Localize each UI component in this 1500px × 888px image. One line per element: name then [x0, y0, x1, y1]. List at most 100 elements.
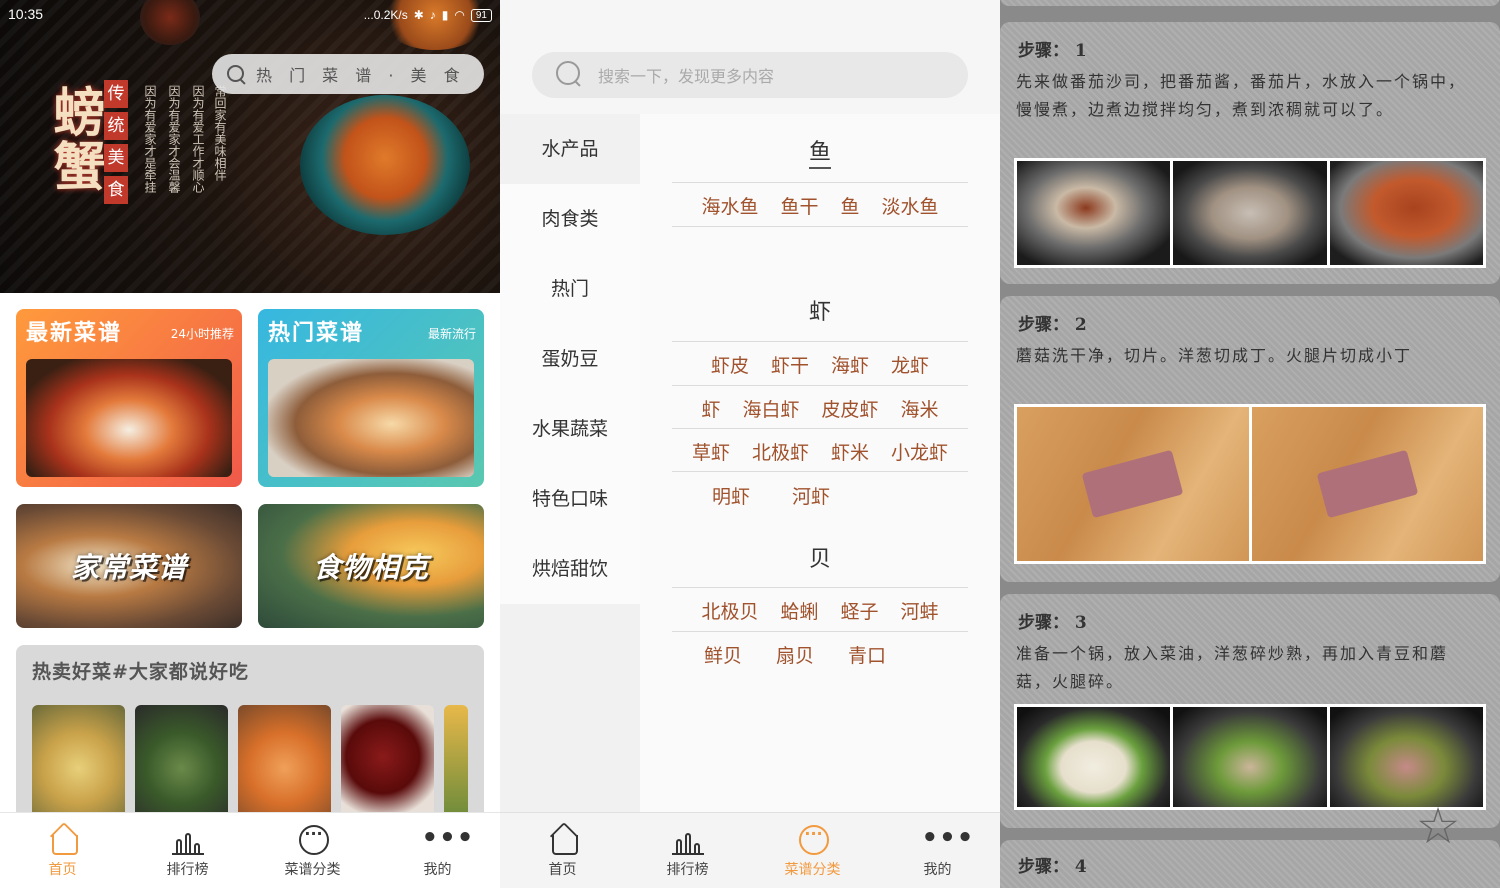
- tag-item[interactable]: 蛤蜊: [780, 597, 818, 624]
- home-recipes-card[interactable]: 家常菜谱: [16, 504, 242, 628]
- bluetooth-icon: ✱: [413, 8, 424, 22]
- tag-item[interactable]: 小龙虾: [891, 438, 948, 465]
- tag-item[interactable]: 龙虾: [891, 351, 929, 378]
- divider: [672, 631, 968, 632]
- tag-item[interactable]: 鱼: [841, 192, 860, 219]
- step-photos: [1014, 404, 1486, 564]
- hot-recipes-card[interactable]: 热门菜谱 最新流行: [258, 309, 484, 487]
- recipe-steps-screen: 步骤： 1 先来做番茄沙司，把番茄酱，番茄片，水放入一个锅中，慢慢煮，边煮边搅拌…: [1000, 0, 1500, 888]
- banner-title: 螃蟹: [44, 85, 105, 193]
- sidebar-item-fruit-veg[interactable]: 水果蔬菜: [500, 394, 640, 464]
- step-description: 准备一个锅，放入菜油，洋葱碎炒熟，再加入青豆和蘑菇，火腿碎。: [1016, 644, 1449, 691]
- poem-line: 因为有爱家才会温馨: [167, 85, 181, 193]
- card-subtitle: 24小时推荐: [170, 327, 234, 341]
- step-photo[interactable]: [1251, 407, 1483, 561]
- food-conflict-card[interactable]: 食物相克: [258, 504, 484, 628]
- search-icon: [226, 64, 246, 84]
- tag-item[interactable]: 扇贝: [776, 641, 814, 668]
- tag-item[interactable]: 皮皮虾: [822, 395, 879, 422]
- more-icon: •••: [421, 823, 475, 853]
- section-title-shrimp: 虾: [808, 300, 831, 325]
- dish-thumbnail[interactable]: [135, 705, 228, 820]
- hotpot-image: [26, 359, 232, 477]
- home-icon: [47, 825, 79, 855]
- divider: [672, 385, 968, 386]
- tag-item[interactable]: 海米: [901, 395, 939, 422]
- tag-item[interactable]: 虾: [701, 395, 720, 422]
- category-icon: [297, 825, 329, 855]
- tag-row: 鲜贝 扇贝 青口: [672, 641, 968, 668]
- tag-row: 草虾 北极虾 虾米 小龙虾: [672, 438, 968, 465]
- category-search-bar[interactable]: 搜索一下，发现更多内容: [532, 52, 968, 98]
- tag-item[interactable]: 淡水鱼: [882, 192, 939, 219]
- card-title: 最新菜谱: [26, 320, 123, 346]
- sidebar-item-special-flavor[interactable]: 特色口味: [500, 464, 640, 534]
- tag-item[interactable]: 海虾: [831, 351, 869, 378]
- ranking-icon: [171, 825, 204, 855]
- tab-label: 菜谱分类: [784, 862, 841, 878]
- card-title: 食物相克: [312, 551, 429, 584]
- sidebar-item-seafood[interactable]: 水产品: [500, 114, 640, 184]
- step-photo[interactable]: [1173, 707, 1327, 807]
- crab-banner[interactable]: 10:35 ...0.2K/s ✱ ♪ ▮ ◠ 91 螃蟹 传 统 美 食 因为…: [0, 0, 500, 293]
- wifi-icon: ◠: [454, 8, 465, 22]
- tag-item[interactable]: 海白虾: [742, 395, 799, 422]
- tab-category[interactable]: 菜谱分类: [750, 813, 875, 888]
- tab-category[interactable]: 菜谱分类: [250, 813, 375, 888]
- step-photo[interactable]: [1017, 407, 1249, 561]
- home-search-bar[interactable]: 热 门 菜 谱 · 美 食: [212, 54, 484, 94]
- tag-item[interactable]: 青口: [848, 641, 886, 668]
- home-icon: [547, 825, 579, 855]
- step-label: 步骤： 3: [1018, 613, 1087, 633]
- sidebar-item-egg-dairy-bean[interactable]: 蛋奶豆: [500, 324, 640, 394]
- step-photo[interactable]: [1017, 161, 1171, 265]
- hot-sale-list: [32, 705, 468, 820]
- step-photo[interactable]: [1173, 161, 1327, 265]
- step-label: 步骤： 4: [1018, 857, 1087, 877]
- status-time: 10:35: [8, 6, 44, 22]
- dish-thumbnail[interactable]: [341, 705, 434, 820]
- tag-item[interactable]: 北极虾: [752, 438, 809, 465]
- category-screen: 搜索一下，发现更多内容 水产品 肉食类 热门 蛋奶豆 水果蔬菜 特色口味 烘焙甜…: [500, 0, 1000, 888]
- latest-recipes-card[interactable]: 最新菜谱 24小时推荐: [16, 309, 242, 487]
- tab-label: 菜谱分类: [284, 862, 341, 878]
- tag-item[interactable]: 鲜贝: [704, 641, 742, 668]
- divider: [672, 428, 968, 429]
- tag-item[interactable]: 虾干: [771, 351, 809, 378]
- sidebar-item-popular[interactable]: 热门: [500, 254, 640, 324]
- seal-char: 传: [104, 80, 128, 108]
- sidebar-item-baking-drinks[interactable]: 烘焙甜饮: [500, 534, 640, 604]
- dish-thumbnail[interactable]: [444, 705, 468, 820]
- tab-home[interactable]: 首页: [0, 813, 125, 888]
- tab-mine[interactable]: ••• 我的: [375, 813, 500, 888]
- tag-item[interactable]: 明虾: [712, 482, 750, 509]
- favorite-star-icon[interactable]: ☆: [1414, 801, 1462, 851]
- tab-home[interactable]: 首页: [500, 813, 625, 888]
- tag-item[interactable]: 蛏子: [841, 597, 879, 624]
- poem-line: 因为有爱家才是牵挂: [143, 85, 157, 193]
- step-photo[interactable]: [1329, 161, 1483, 265]
- tag-item[interactable]: 河蚌: [901, 597, 939, 624]
- step-card-previous: [1000, 0, 1500, 6]
- tag-item[interactable]: 河虾: [792, 482, 830, 509]
- dish-thumbnail[interactable]: [238, 705, 331, 820]
- tag-item[interactable]: 虾米: [831, 438, 869, 465]
- step-photo[interactable]: [1329, 707, 1483, 807]
- tag-item[interactable]: 虾皮: [711, 351, 749, 378]
- card-subtitle: 最新流行: [427, 327, 476, 341]
- sidebar-item-meat[interactable]: 肉食类: [500, 184, 640, 254]
- tag-item[interactable]: 鱼干: [780, 192, 818, 219]
- tab-ranking[interactable]: 排行榜: [625, 813, 750, 888]
- bottom-tab-bar: 首页 排行榜 菜谱分类 ••• 我的: [500, 812, 1000, 888]
- tag-item[interactable]: 北极贝: [701, 597, 758, 624]
- tab-ranking[interactable]: 排行榜: [125, 813, 250, 888]
- step-description: 先来做番茄沙司，把番茄酱，番茄片，水放入一个锅中，慢慢煮，边煮边搅拌均匀，煮到浓…: [1016, 72, 1467, 119]
- more-icon: •••: [921, 823, 975, 853]
- network-speed: ...0.2K/s: [363, 8, 408, 22]
- dish-thumbnail[interactable]: [32, 705, 125, 820]
- tag-item[interactable]: 草虾: [692, 438, 730, 465]
- tag-item[interactable]: 海水鱼: [701, 192, 758, 219]
- tab-mine[interactable]: ••• 我的: [875, 813, 1000, 888]
- step-photo[interactable]: [1017, 707, 1171, 807]
- poem-line: 常回家有美味相伴: [213, 85, 227, 181]
